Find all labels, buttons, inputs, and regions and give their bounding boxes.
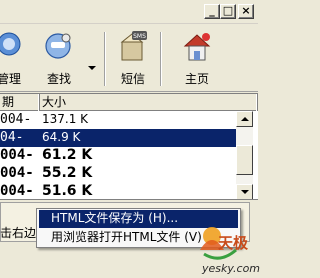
search-label: 查找 bbox=[46, 72, 71, 86]
maximize-button[interactable]: □ bbox=[220, 4, 236, 19]
manage-label: 管理 bbox=[0, 72, 21, 86]
search-button[interactable]: 查找 bbox=[36, 28, 82, 90]
status-text: 击右边 bbox=[0, 226, 37, 240]
sms-button[interactable]: SMS 短信 bbox=[110, 28, 156, 90]
table-row[interactable]: 004- 55.2 K bbox=[0, 165, 236, 183]
row-size: 51.6 K bbox=[42, 183, 93, 199]
row-size: 64.9 K bbox=[42, 130, 81, 144]
file-list[interactable]: 期 大小 004- 137.1 K 04- 64.9 K 004- 61.2 K… bbox=[0, 93, 258, 200]
toolbar-separator-2 bbox=[160, 32, 162, 86]
list-rows: 004- 137.1 K 04- 64.9 K 004- 61.2 K 004-… bbox=[0, 111, 236, 200]
svg-text:SMS: SMS bbox=[133, 33, 146, 40]
search-dropdown-arrow[interactable] bbox=[88, 66, 96, 70]
column-date-header[interactable]: 期 bbox=[0, 94, 40, 111]
scroll-track[interactable] bbox=[236, 127, 253, 184]
home-button[interactable]: 主页 bbox=[174, 28, 220, 90]
sms-label: 短信 bbox=[120, 72, 145, 86]
row-size: 137.1 K bbox=[42, 112, 89, 126]
vertical-scrollbar[interactable] bbox=[236, 111, 253, 200]
sms-icon: SMS bbox=[120, 31, 147, 61]
home-icon bbox=[183, 33, 211, 61]
close-button[interactable]: × bbox=[238, 4, 254, 19]
row-date: 004- bbox=[0, 112, 32, 127]
table-row[interactable]: 004- 137.1 K bbox=[0, 111, 236, 129]
search-icon bbox=[45, 33, 71, 59]
scroll-down-button[interactable] bbox=[236, 184, 253, 200]
row-date: 04- bbox=[0, 130, 24, 145]
list-header: 期 大小 bbox=[0, 94, 258, 111]
watermark-logo-text: 天极 bbox=[218, 234, 249, 252]
watermark-site-text: yesky.com bbox=[202, 262, 261, 275]
manage-icon bbox=[0, 32, 21, 56]
minimize-button[interactable]: _ bbox=[204, 4, 220, 19]
scroll-up-button[interactable] bbox=[236, 111, 253, 127]
table-row[interactable]: 004- 51.6 K bbox=[0, 183, 236, 200]
table-row[interactable]: 004- 61.2 K bbox=[0, 147, 236, 165]
column-size-header[interactable]: 大小 bbox=[40, 94, 258, 111]
table-row-selected[interactable]: 04- 64.9 K bbox=[0, 129, 236, 147]
row-date: 004- bbox=[0, 183, 34, 199]
toolbar: 管理 查找 SMS 短信 主页 bbox=[0, 24, 258, 92]
row-date: 004- bbox=[0, 165, 34, 181]
row-size: 61.2 K bbox=[42, 147, 93, 163]
toolbar-separator bbox=[104, 32, 106, 86]
home-label: 主页 bbox=[184, 72, 209, 86]
scroll-thumb[interactable] bbox=[236, 145, 253, 175]
manage-button[interactable]: 管理 bbox=[0, 28, 32, 90]
row-size: 55.2 K bbox=[42, 165, 93, 181]
row-date: 004- bbox=[0, 147, 34, 163]
title-bar: _ □ × bbox=[0, 0, 258, 24]
